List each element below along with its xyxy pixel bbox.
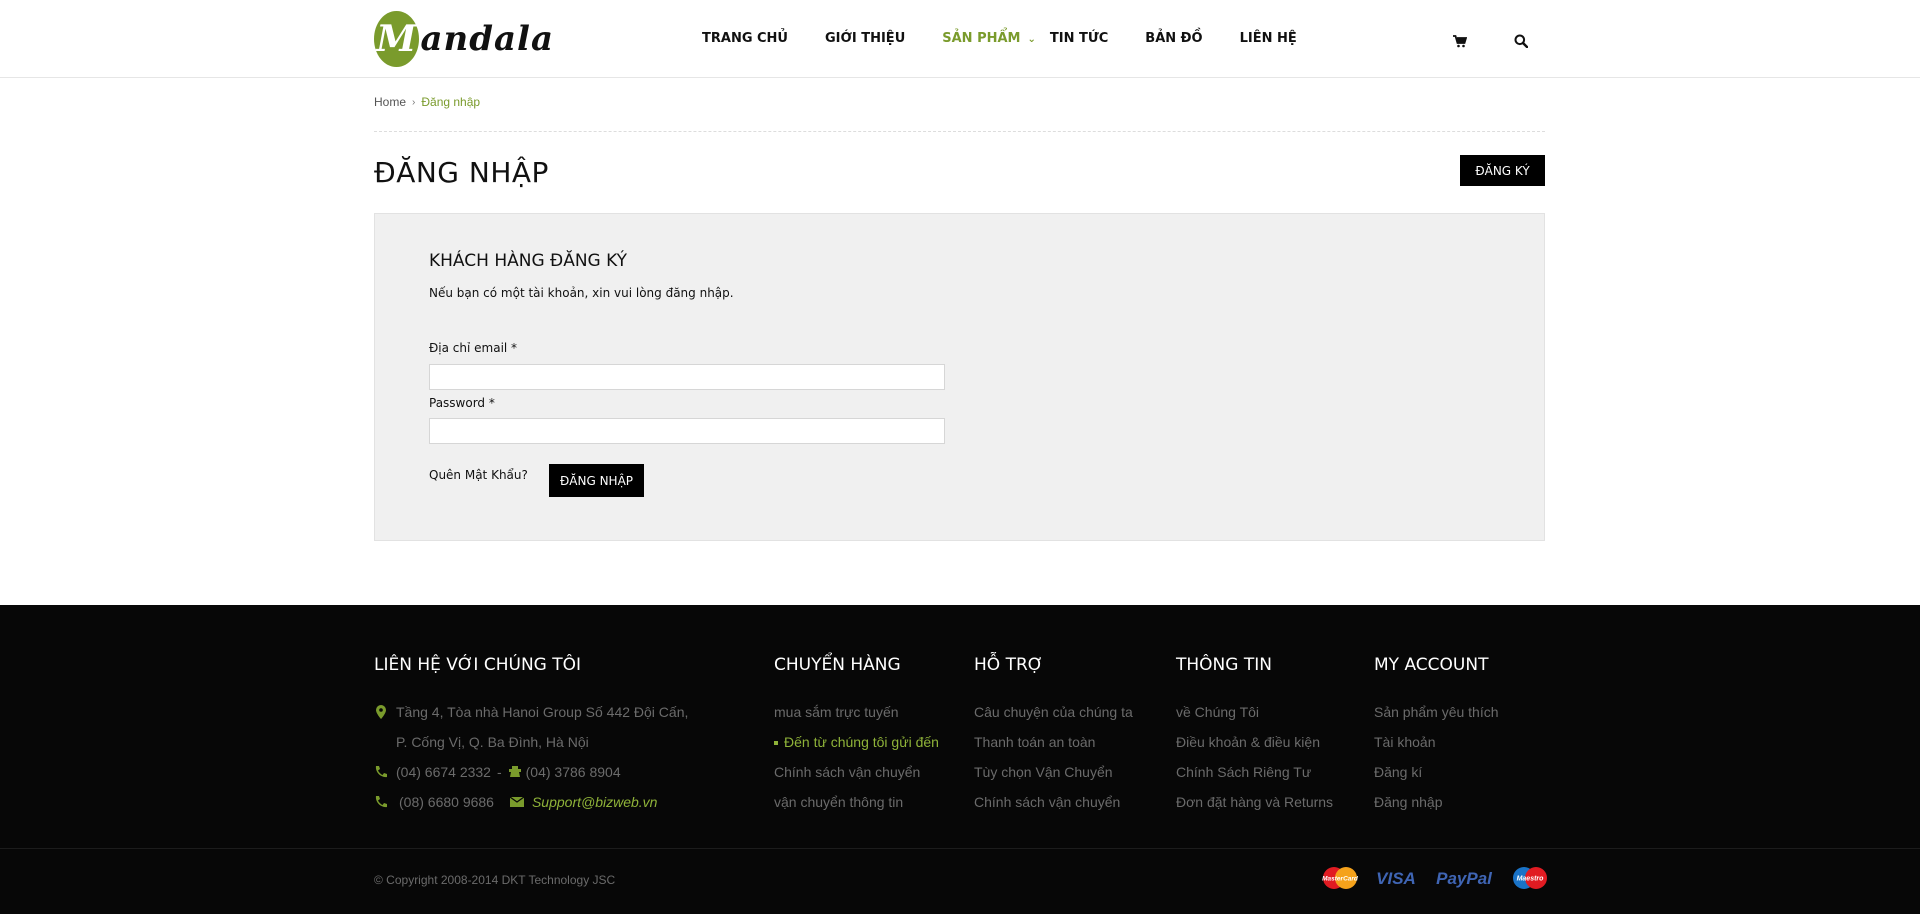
footer-link[interactable]: về Chúng Tôi xyxy=(1176,697,1333,727)
panel-description: Nếu bạn có một tài khoản, xin vui lòng đ… xyxy=(429,286,734,300)
footer-column-title: THÔNG TIN xyxy=(1176,655,1272,675)
footer-link[interactable]: mua sắm trực tuyến xyxy=(774,697,939,727)
footer-link[interactable]: Tùy chọn Vận Chuyển xyxy=(974,757,1133,787)
password-field[interactable] xyxy=(429,418,945,444)
fax-icon xyxy=(508,765,522,779)
logo-mark: M xyxy=(374,11,419,67)
envelope-icon xyxy=(509,795,524,809)
contact-address: Tầng 4, Tòa nhà Hanoi Group Số 442 Đội C… xyxy=(374,697,688,727)
footer-link-list: Sản phẩm yêu thích Tài khoản Đăng kí Đăn… xyxy=(1374,697,1499,817)
register-button[interactable]: ĐĂNG KÝ xyxy=(1460,155,1545,186)
email-field[interactable] xyxy=(429,364,945,390)
footer-column-title: HỖ TRỢ xyxy=(974,655,1044,675)
mastercard-label: MasterCard xyxy=(1322,876,1359,883)
login-panel: KHÁCH HÀNG ĐĂNG KÝ Nếu bạn có một tài kh… xyxy=(374,213,1545,541)
nav-item-contact[interactable]: LIÊN HỆ xyxy=(1240,31,1297,53)
footer-link[interactable]: Chính sách vận chuyển xyxy=(774,757,939,787)
contact-phone-email: (08) 6680 9686 Support@bizweb.vn xyxy=(374,787,688,817)
footer-shipping: CHUYỂN HÀNG mua sắm trực tuyến Đến từ ch… xyxy=(774,655,939,817)
site-header: M andala TRANG CHỦ GIỚI THIỆU SẢN PHẨM ⌄ … xyxy=(0,0,1920,78)
email-label: Địa chỉ email * xyxy=(429,341,518,355)
nav-item-news[interactable]: TIN TỨC xyxy=(1050,31,1108,53)
breadcrumb: Home › Đăng nhập xyxy=(374,95,480,109)
footer-link[interactable]: Thanh toán an toàn xyxy=(974,727,1133,757)
footer-link-list: mua sắm trực tuyến Đến từ chúng tôi gửi … xyxy=(774,697,939,817)
footer-link-label: Đến từ chúng tôi gửi đến xyxy=(784,734,939,750)
maestro-icon: Maestro xyxy=(1510,866,1550,890)
nav-item-home[interactable]: TRANG CHỦ xyxy=(702,31,788,53)
footer-link[interactable]: Câu chuyện của chúng ta xyxy=(974,697,1133,727)
payment-methods: MasterCard VISA PayPal Maestro xyxy=(1306,866,1550,890)
footer-link-active[interactable]: Đến từ chúng tôi gửi đến xyxy=(774,727,939,757)
phone-separator: - xyxy=(496,764,502,780)
page: M andala TRANG CHỦ GIỚI THIỆU SẢN PHẨM ⌄ … xyxy=(0,0,1920,914)
footer-link-list: Câu chuyện của chúng ta Thanh toán an to… xyxy=(974,697,1133,817)
nav-item-about[interactable]: GIỚI THIỆU xyxy=(825,31,905,53)
breadcrumb-current: Đăng nhập xyxy=(421,95,481,109)
maestro-label: Maestro xyxy=(1517,876,1545,883)
footer-contact: LIÊN HỆ VỚI CHÚNG TÔI Tầng 4, Tòa nhà Ha… xyxy=(374,655,688,817)
phone-1: (04) 6674 2332 xyxy=(396,764,491,780)
footer-link[interactable]: Chính sách vận chuyển xyxy=(974,787,1133,817)
paypal-label: PayPal xyxy=(1436,869,1493,888)
paypal-icon: PayPal xyxy=(1432,866,1496,890)
visa-icon: VISA xyxy=(1374,866,1418,890)
footer-support: HỖ TRỢ Câu chuyện của chúng ta Thanh toá… xyxy=(974,655,1133,817)
cart-icon[interactable] xyxy=(1449,30,1471,52)
map-marker-icon xyxy=(374,705,388,719)
footer-link[interactable]: Sản phẩm yêu thích xyxy=(1374,697,1499,727)
address-line-2: P. Cống Vị, Q. Ba Đình, Hà Nội xyxy=(396,734,589,750)
footer-info: THÔNG TIN về Chúng Tôi Điều khoản & điều… xyxy=(1176,655,1333,817)
contact-address-2: P. Cống Vị, Q. Ba Đình, Hà Nội xyxy=(374,727,688,757)
address-line-1: Tầng 4, Tòa nhà Hanoi Group Số 442 Đội C… xyxy=(396,704,689,720)
footer-link[interactable]: Tài khoản xyxy=(1374,727,1499,757)
breadcrumb-home[interactable]: Home xyxy=(374,95,406,109)
search-icon[interactable] xyxy=(1510,30,1532,52)
footer-link[interactable]: Đăng kí xyxy=(1374,757,1499,787)
main-nav: TRANG CHỦ GIỚI THIỆU SẢN PHẨM ⌄ TIN TỨC B… xyxy=(702,31,1334,53)
chevron-right-icon: › xyxy=(412,96,416,108)
footer-link[interactable]: Đơn đặt hàng và Returns xyxy=(1176,787,1333,817)
bullet-icon xyxy=(774,741,778,746)
footer-link[interactable]: Đăng nhập xyxy=(1374,787,1499,817)
phone-icon xyxy=(374,795,388,809)
phone-3: (08) 6680 9686 xyxy=(399,794,494,810)
visa-label: VISA xyxy=(1376,869,1416,888)
contact-list: Tầng 4, Tòa nhà Hanoi Group Số 442 Đội C… xyxy=(374,697,688,817)
footer-link[interactable]: Điều khoản & điều kiện xyxy=(1176,727,1333,757)
nav-item-products[interactable]: SẢN PHẨM ⌄ xyxy=(942,31,1036,53)
footer-column-title: CHUYỂN HÀNG xyxy=(774,655,901,675)
footer-account: MY ACCOUNT Sản phẩm yêu thích Tài khoản … xyxy=(1374,655,1499,817)
site-logo[interactable]: M andala xyxy=(374,10,554,68)
site-footer: LIÊN HỆ VỚI CHÚNG TÔI Tầng 4, Tòa nhà Ha… xyxy=(0,605,1920,914)
divider xyxy=(374,131,1545,132)
support-email-link[interactable]: Support@bizweb.vn xyxy=(532,787,658,817)
nav-item-products-label: SẢN PHẨM xyxy=(942,31,1021,46)
contact-phones: (04) 6674 2332 - (04) 3786 8904 xyxy=(374,757,688,787)
footer-link[interactable]: Chính Sách Riêng Tư xyxy=(1176,757,1333,787)
copyright: © Copyright 2008-2014 DKT Technology JSC xyxy=(374,873,616,887)
footer-link-list: về Chúng Tôi Điều khoản & điều kiện Chín… xyxy=(1176,697,1333,817)
phone-icon xyxy=(374,765,388,779)
footer-contact-title: LIÊN HỆ VỚI CHÚNG TÔI xyxy=(374,655,582,675)
page-title: ĐĂNG NHẬP xyxy=(374,156,549,189)
footer-divider xyxy=(0,848,1920,849)
footer-link[interactable]: vận chuyển thông tin xyxy=(774,787,939,817)
password-label: Password * xyxy=(429,396,495,410)
mastercard-icon: MasterCard xyxy=(1320,866,1360,890)
forgot-password-link[interactable]: Quên Mật Khẩu? xyxy=(429,468,528,482)
logo-text: andala xyxy=(420,19,554,59)
phone-2: (04) 3786 8904 xyxy=(525,764,621,780)
login-button[interactable]: ĐĂNG NHẬP xyxy=(549,464,644,497)
panel-title: KHÁCH HÀNG ĐĂNG KÝ xyxy=(429,251,628,271)
nav-item-map[interactable]: BẢN ĐỒ xyxy=(1145,31,1202,53)
footer-column-title: MY ACCOUNT xyxy=(1374,655,1489,675)
chevron-down-icon: ⌄ xyxy=(1027,34,1036,45)
